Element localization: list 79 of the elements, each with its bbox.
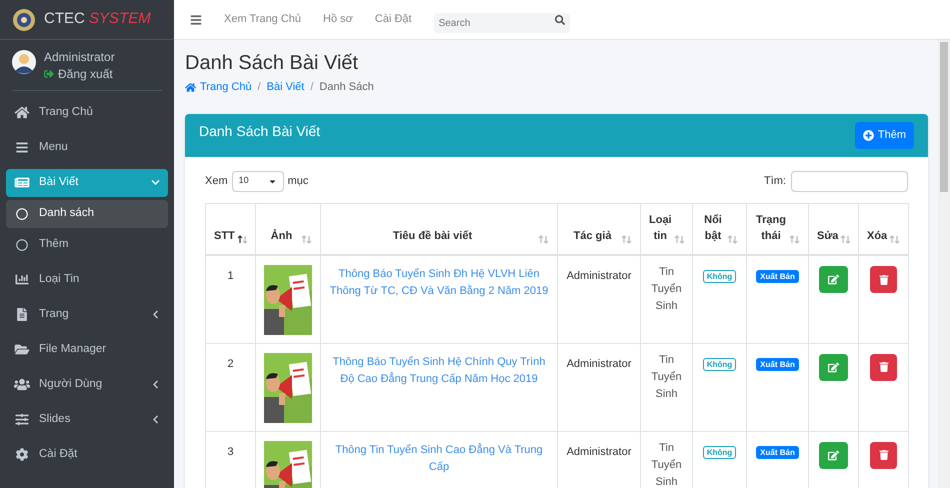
table-cell: Tin Tuyển Sinh — [651, 442, 682, 488]
menu-icon[interactable] — [190, 14, 202, 26]
home-icon — [185, 82, 196, 93]
status-badge: Xuất Bản — [756, 358, 799, 370]
table-cell: Tin Tuyển Sinh — [651, 354, 682, 400]
sidebar-item[interactable]: Trang — [6, 300, 168, 328]
submenu-item[interactable]: Thêm — [6, 231, 168, 259]
table-cell: 3 — [227, 446, 234, 458]
table-cell: Administrator — [566, 358, 632, 370]
delete-button[interactable] — [870, 354, 897, 380]
featured-badge: Không — [702, 358, 736, 370]
nav-link[interactable]: Cài Đặt — [374, 11, 412, 28]
settings-icon — [14, 448, 30, 461]
sidebar-item[interactable]: Trang Chủ — [6, 98, 168, 126]
trash-icon — [878, 362, 888, 372]
avatar-icon — [12, 50, 36, 74]
brand-name: CTEC SYSTEM — [44, 9, 151, 30]
page-length-select[interactable]: 10 — [232, 170, 284, 192]
table-cell: Administrator — [566, 270, 632, 282]
sidebar-item[interactable]: Menu — [6, 134, 168, 162]
logout-icon — [44, 69, 54, 79]
sidebar-item[interactable]: Cài Đặt — [6, 440, 168, 468]
menu-icon — [14, 141, 30, 154]
featured-badge: Không — [702, 270, 736, 283]
edit-icon — [828, 450, 839, 460]
table-cell: 1 — [227, 270, 234, 282]
column-header[interactable]: Tác giả — [566, 228, 619, 244]
sidebar-item[interactable]: Slides — [6, 406, 168, 434]
logout-link[interactable]: Đăng xuất — [44, 66, 115, 82]
delete-button[interactable] — [870, 266, 897, 293]
edit-icon — [828, 362, 839, 372]
user-name: Administrator — [44, 49, 115, 66]
edit-icon — [828, 274, 839, 285]
nav-link[interactable]: Xem Trang Chủ — [224, 11, 302, 28]
plus-icon — [862, 130, 874, 141]
nav-link[interactable]: Hồ sơ — [323, 11, 353, 28]
breadcrumb-link[interactable]: Trang Chủ — [185, 79, 252, 96]
column-header[interactable]: Sửa — [817, 228, 838, 244]
edit-button[interactable] — [819, 442, 848, 468]
trash-icon — [878, 450, 888, 460]
column-header[interactable]: STT — [214, 228, 235, 244]
length-label: Xem — [205, 174, 228, 189]
search-icon[interactable] — [554, 14, 565, 24]
table-cell: Tin Tuyển Sinh — [651, 266, 682, 312]
search-label: Tìm: — [764, 174, 786, 189]
folder-icon — [14, 343, 30, 356]
breadcrumb-link[interactable]: Bài Viết — [266, 79, 304, 96]
search-field[interactable]: Search — [434, 13, 570, 33]
edit-button[interactable] — [819, 354, 848, 380]
status-badge: Xuất Bản — [756, 446, 799, 458]
logo-icon — [12, 8, 36, 32]
scrollbar[interactable] — [938, 40, 950, 488]
sidebar-item[interactable]: File Manager — [6, 336, 168, 364]
home-icon — [14, 106, 30, 119]
bar-chart-icon — [14, 273, 30, 286]
trash-icon — [878, 274, 888, 284]
page-title: Danh Sách Bài Viết — [185, 51, 360, 76]
card-title: Danh Sách Bài Viết — [199, 122, 320, 140]
column-header[interactable]: Xóa — [867, 228, 888, 244]
submenu-item[interactable]: Danh sách — [6, 200, 168, 228]
sidebar-item[interactable]: Người Dùng — [6, 370, 168, 398]
breadcrumb-current: Danh Sách — [319, 80, 374, 95]
document-icon — [14, 308, 30, 321]
sidebar-item[interactable]: Loại Tin — [6, 266, 168, 294]
delete-button[interactable] — [870, 442, 897, 468]
table-cell: Administrator — [566, 446, 632, 458]
sliders-icon — [14, 413, 30, 426]
status-badge: Xuất Bản — [756, 270, 799, 283]
breadcrumb-separator: / — [310, 80, 314, 95]
table-search-field[interactable] — [791, 170, 908, 192]
table-cell: 2 — [227, 358, 234, 370]
featured-badge: Không — [702, 446, 736, 458]
add-button[interactable]: Thêm — [854, 122, 914, 149]
newspaper-icon — [14, 176, 30, 189]
users-icon — [14, 378, 30, 391]
edit-button[interactable] — [819, 266, 848, 293]
column-header[interactable]: Ảnh — [264, 228, 299, 244]
breadcrumb-separator: / — [258, 80, 261, 95]
length-label: mục — [288, 174, 308, 189]
